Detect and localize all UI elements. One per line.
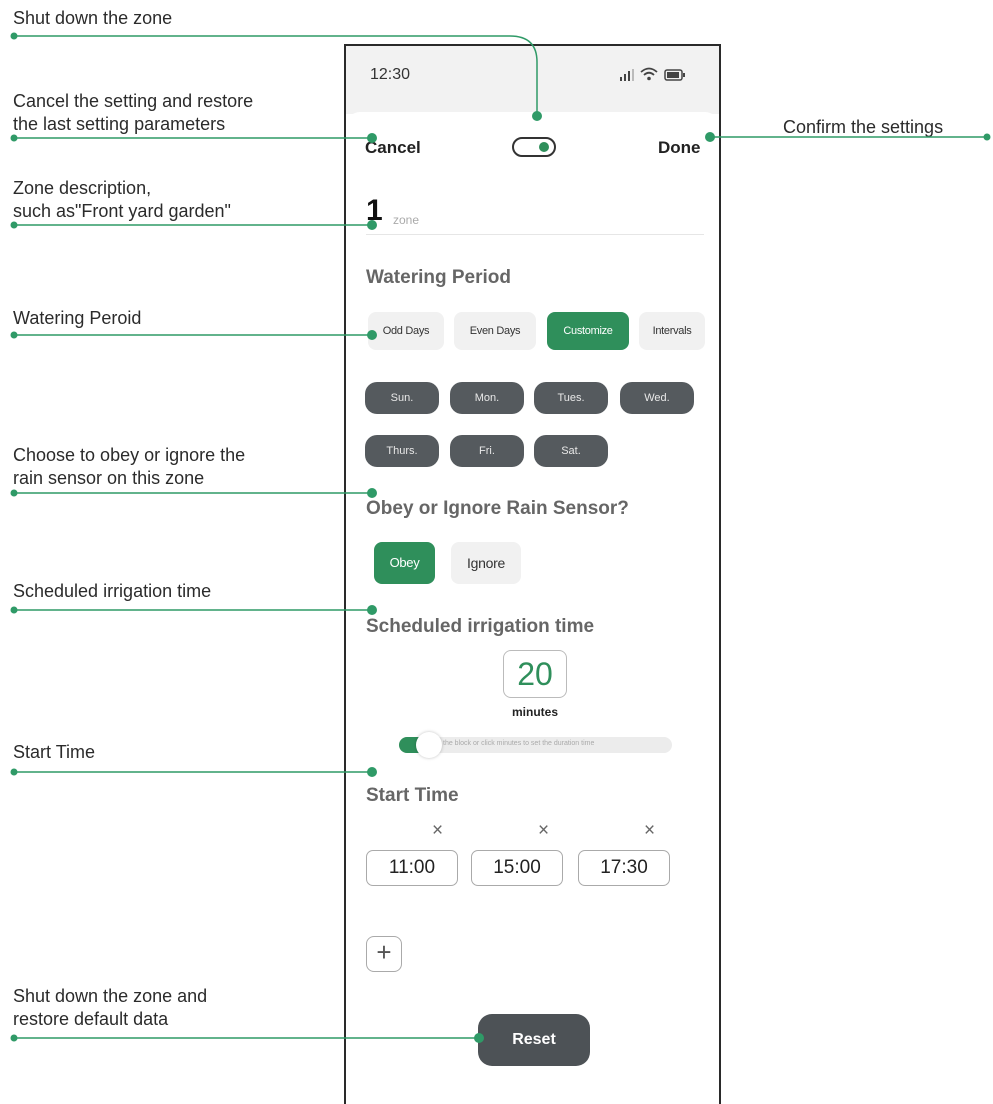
connector-dot xyxy=(367,605,377,615)
connector-dot xyxy=(367,767,377,777)
connector-dot xyxy=(10,221,18,229)
connector-lines xyxy=(10,32,991,1043)
connector-dot xyxy=(367,330,377,340)
connector-dot xyxy=(367,488,377,498)
connector-dot xyxy=(10,1034,18,1042)
connector-dot xyxy=(532,111,542,121)
connector-dot xyxy=(10,32,18,40)
connector-shut-down xyxy=(14,35,538,116)
connector-dot xyxy=(10,768,18,776)
connector-dot xyxy=(10,606,18,614)
connector-dot xyxy=(705,132,715,142)
connector-dot xyxy=(367,133,377,143)
connector-dot xyxy=(10,134,18,142)
connector-dot xyxy=(474,1033,484,1043)
connector-dot xyxy=(367,220,377,230)
connector-dot xyxy=(10,331,18,339)
connector-dot xyxy=(10,489,18,497)
connector-dot xyxy=(983,133,991,141)
